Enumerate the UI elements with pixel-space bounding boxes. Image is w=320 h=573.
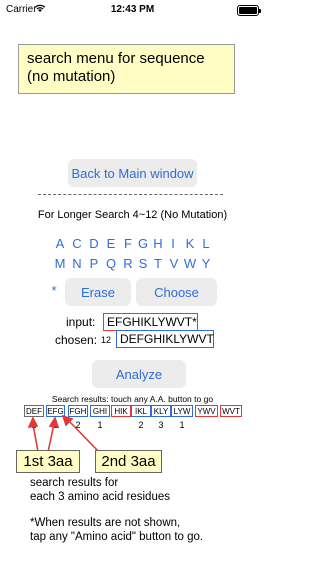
callout-first-3aa: 1st 3aa <box>16 450 80 473</box>
note-search-results: search results for each 3 amino acid res… <box>30 477 170 503</box>
note-tap-hint: *When results are not shown, tap any "Am… <box>30 517 204 543</box>
callout-second-3aa: 2nd 3aa <box>95 450 162 473</box>
